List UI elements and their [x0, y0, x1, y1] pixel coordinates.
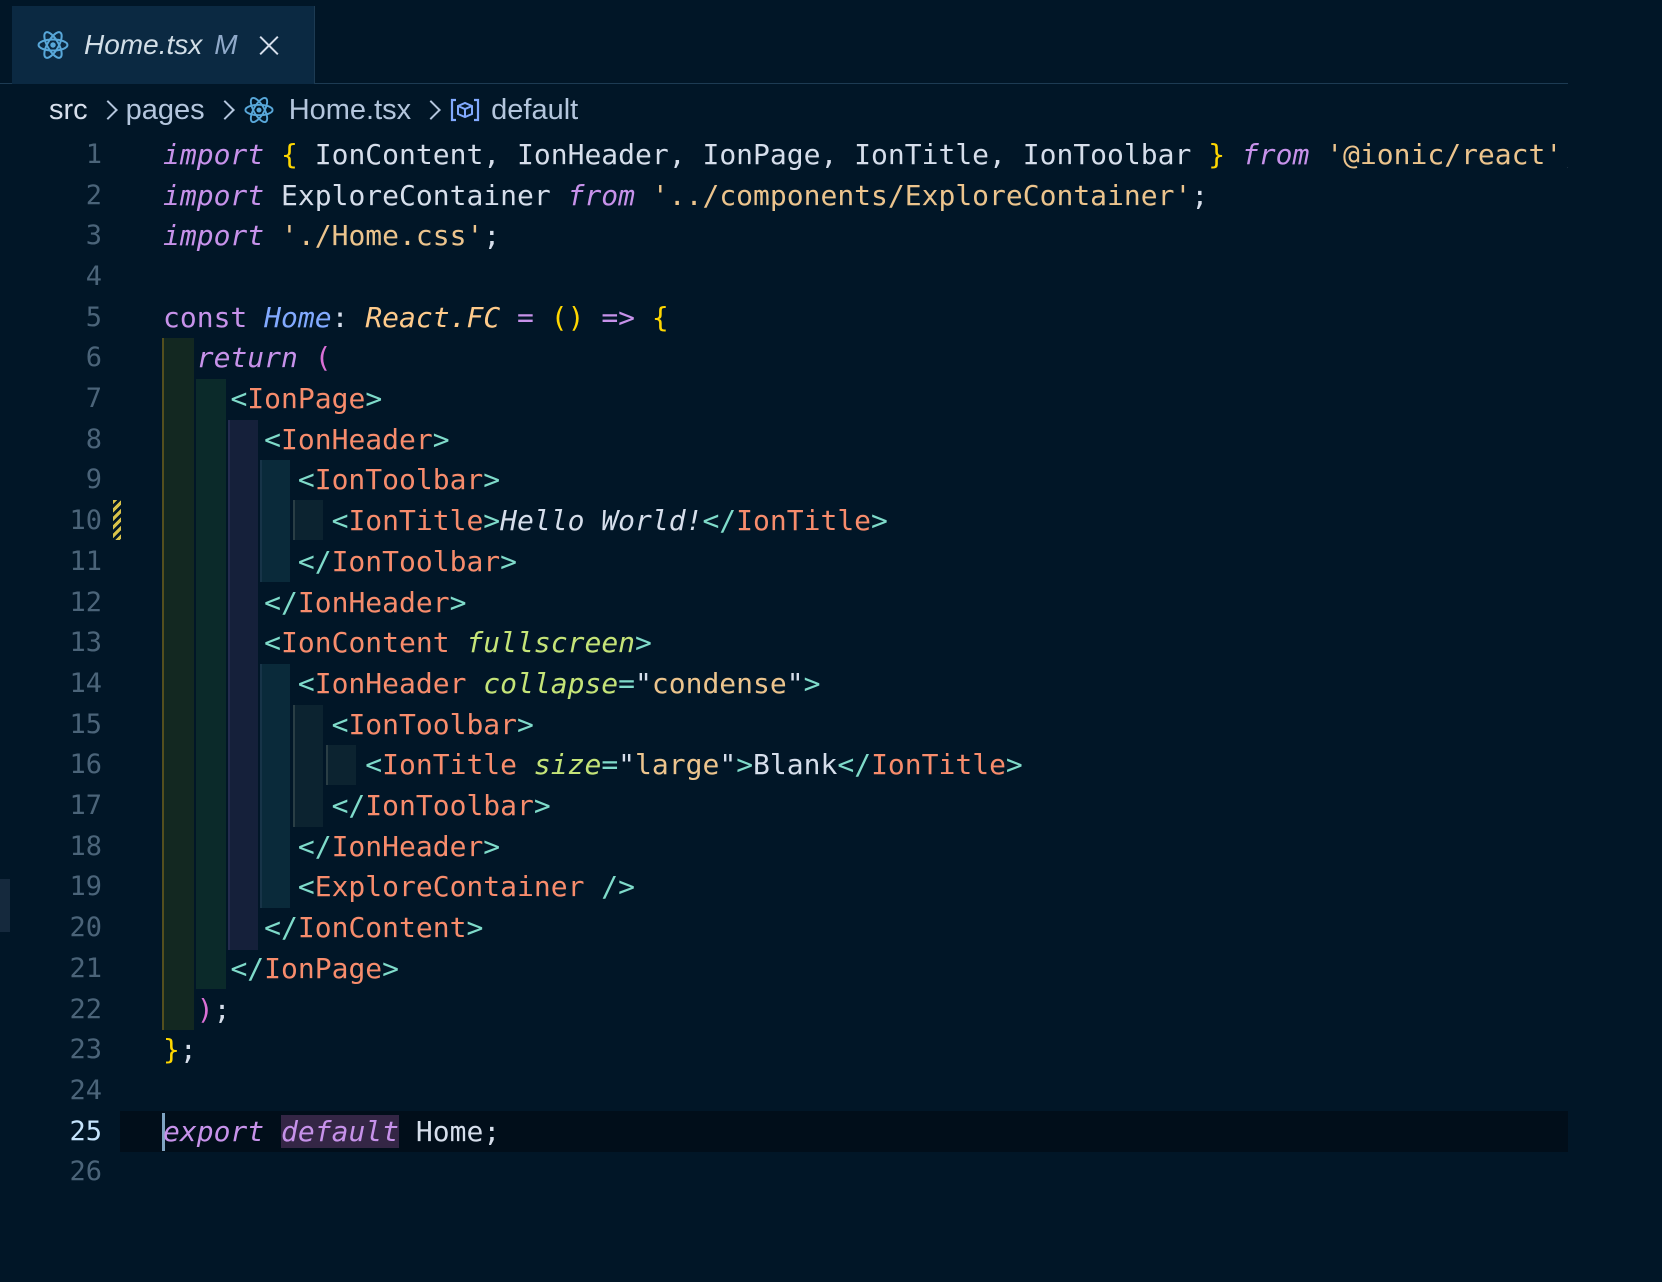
breadcrumb-item-pages[interactable]: pages: [126, 94, 205, 127]
code-line: 16 <IonTitle size="large">Blank</IonTitl…: [0, 745, 1568, 786]
code-editor-window: Home.tsx M src pages Home.tsx default 1 …: [0, 0, 1568, 1209]
code-text: </IonPage>: [230, 951, 400, 985]
code-line: 4: [0, 256, 1568, 297]
code-text: export default Home;: [163, 1114, 501, 1148]
code-text: };: [163, 1033, 197, 1067]
editor-tab-home-tsx[interactable]: Home.tsx M: [12, 6, 315, 84]
code-line: 18 </IonHeader>: [0, 826, 1568, 867]
line-number: 23: [69, 1034, 102, 1066]
code-text: </IonToolbar>: [297, 544, 518, 578]
line-number: 2: [85, 179, 102, 211]
code-text: </IonToolbar>: [331, 789, 551, 823]
code-line: 13 <IonContent fullscreen>: [0, 622, 1568, 663]
code-text: );: [196, 992, 231, 1026]
code-line: 6 return (: [0, 338, 1568, 379]
code-text: import { IonContent, IonHeader, IonPage,…: [163, 137, 1568, 171]
line-number: 20: [69, 912, 102, 944]
code-line-active: 25 export default Home;: [0, 1111, 1568, 1152]
code-text: </IonHeader>: [297, 829, 501, 863]
line-number: 15: [69, 708, 102, 740]
code-line: 23 };: [0, 1029, 1568, 1070]
code-line: 15 <IonToolbar>: [0, 704, 1568, 745]
code-line: 8 <IonHeader>: [0, 419, 1568, 460]
code-text: <IonTitle size="large">Blank</IonTitle>: [365, 748, 1023, 782]
line-number: 8: [85, 423, 102, 455]
code-text: <ExploreContainer />: [297, 870, 636, 904]
line-number-active: 25: [69, 1115, 102, 1147]
code-text: <IonTitle>Hello World!</IonTitle>: [331, 504, 888, 538]
react-icon: [244, 96, 274, 124]
code-text: </IonHeader>: [264, 585, 467, 619]
code-line: 10 <IonTitle>Hello World!</IonTitle>: [0, 500, 1568, 541]
react-icon: [37, 31, 69, 59]
line-number: 12: [69, 586, 102, 618]
line-number: 14: [69, 667, 102, 699]
line-number: 9: [85, 464, 102, 496]
line-number: 18: [69, 830, 102, 862]
line-number: 21: [69, 952, 102, 984]
line-number: 13: [69, 627, 102, 659]
code-text: <IonHeader collapse="condense">: [297, 666, 821, 700]
code-line: 5 const Home: React.FC = () => {: [0, 297, 1568, 338]
chevron-right-icon: [424, 99, 438, 121]
code-line: 26: [0, 1152, 1568, 1193]
line-number: 4: [85, 260, 102, 292]
code-text: <IonToolbar>: [297, 463, 501, 497]
tab-file-name: Home.tsx: [84, 29, 203, 60]
breadcrumb-item-file[interactable]: Home.tsx: [243, 94, 411, 127]
breadcrumb: src pages Home.tsx default: [49, 88, 578, 132]
code-line: 17 </IonToolbar>: [0, 785, 1568, 826]
code-text: <IonToolbar>: [331, 707, 534, 741]
code-line: 12 </IonHeader>: [0, 582, 1568, 623]
code-line: 1 import { IonContent, IonHeader, IonPag…: [0, 134, 1568, 175]
tab-modified-badge: M: [214, 29, 238, 60]
line-number: 1: [85, 138, 102, 170]
line-number: 3: [85, 220, 102, 252]
code-text: const Home: React.FC = () => {: [163, 300, 669, 334]
line-number: 22: [69, 993, 102, 1025]
code-line: 22 );: [0, 989, 1568, 1030]
line-number: 24: [69, 1074, 102, 1106]
code-text: </IonContent>: [264, 911, 484, 945]
line-number: 7: [85, 383, 102, 415]
code-line: 24: [0, 1070, 1568, 1111]
breadcrumb-item-src[interactable]: src: [49, 94, 88, 127]
code-line: 20 </IonContent>: [0, 907, 1568, 948]
line-number: 26: [69, 1156, 102, 1188]
code-text: import './Home.css';: [163, 219, 501, 253]
line-number: 17: [69, 790, 102, 822]
code-line: 19 <ExploreContainer />: [0, 867, 1568, 908]
line-number: 19: [69, 871, 102, 903]
breadcrumb-file-label: Home.tsx: [288, 93, 412, 126]
code-line: 2 import ExploreContainer from '../compo…: [0, 175, 1568, 216]
code-line: 11 </IonToolbar>: [0, 541, 1568, 582]
code-text: return (: [196, 341, 332, 375]
code-text: <IonPage>: [230, 382, 383, 416]
chevron-right-icon: [101, 99, 115, 121]
code-line: 3 import './Home.css';: [0, 215, 1568, 256]
code-text: <IonContent fullscreen>: [264, 626, 652, 660]
symbol-variable-icon: [451, 98, 480, 122]
breadcrumb-symbol-label: default: [491, 93, 579, 126]
code-text: import ExploreContainer from '../compone…: [163, 178, 1209, 212]
close-icon[interactable]: [258, 34, 280, 56]
line-number: 16: [69, 749, 102, 781]
code-line: 9 <IonToolbar>: [0, 460, 1568, 501]
code-text: <IonHeader>: [264, 422, 450, 456]
line-number: 5: [85, 301, 102, 333]
tab-bar: Home.tsx M: [0, 0, 1568, 84]
line-number: 11: [69, 545, 102, 577]
code-line: 7 <IonPage>: [0, 378, 1568, 419]
code-line: 21 </IonPage>: [0, 948, 1568, 989]
line-number: 10: [69, 505, 102, 537]
code-line: 14 <IonHeader collapse="condense">: [0, 663, 1568, 704]
line-number: 6: [85, 342, 102, 374]
chevron-right-icon: [218, 99, 232, 121]
breadcrumb-item-symbol[interactable]: default: [449, 94, 578, 127]
